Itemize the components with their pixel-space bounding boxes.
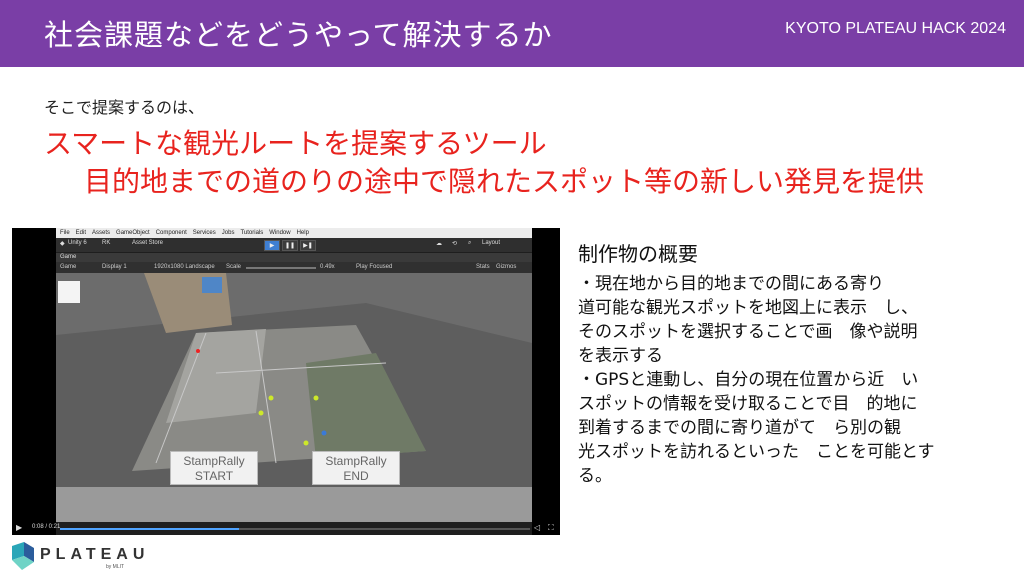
- unity-version: Unity 6: [68, 240, 87, 246]
- proposal-line-1: スマートな観光ルートを提案するツール: [44, 127, 547, 160]
- summary-line: ・GPSと連動し、自分の現在位置から近 い: [578, 370, 919, 390]
- game-tab-label: Game: [60, 254, 77, 260]
- volume-icon[interactable]: ◁: [534, 523, 540, 532]
- intro-text: そこで提案するのは、: [44, 98, 205, 117]
- play-icon: ▶: [264, 240, 280, 251]
- summary-line: そのスポットを選択することで画 像や説明: [578, 322, 918, 342]
- start-button-sublabel: START: [194, 469, 234, 483]
- video-controls: ▶ 0:08 / 0:21 ◁ ⛶: [12, 522, 560, 535]
- event-name: KYOTO PLATEAU HACK 2024: [785, 20, 1006, 37]
- stamprally-start-button[interactable]: StampRally START: [170, 451, 258, 485]
- pause-icon: ❚❚: [282, 240, 298, 251]
- video-time: 0:08 / 0:21: [32, 524, 61, 530]
- unity-logo-icon: ◆: [60, 241, 65, 247]
- plateau-logo: PLATEAU by MLIT: [8, 542, 168, 572]
- summary-line: 到着するまでの間に寄り道がて ら別の観: [578, 418, 901, 438]
- stats-toggle: Stats: [476, 264, 490, 270]
- menu-item[interactable]: Jobs: [222, 228, 235, 238]
- play-icon[interactable]: ▶: [16, 523, 22, 532]
- end-button-sublabel: END: [343, 469, 369, 483]
- scale-slider: [246, 267, 316, 269]
- scale-value: 0.49x: [320, 264, 335, 270]
- play-focus-select: Play Focused: [356, 264, 393, 270]
- step-icon: ▶❚: [300, 240, 316, 251]
- spot-marker: [303, 440, 309, 446]
- plateau-logo-icon: [12, 542, 34, 570]
- summary-line: る。: [578, 466, 612, 486]
- menu-item[interactable]: File: [60, 228, 70, 238]
- summary-line: ・現在地から目的地までの間にある寄り: [578, 274, 884, 294]
- menu-item[interactable]: Help: [297, 228, 309, 238]
- demo-video[interactable]: File Edit Assets GameObject Component Service…: [12, 228, 560, 535]
- logo-byline: by MLIT: [106, 564, 125, 570]
- summary-line: スポットの情報を受け取ることで目 的地に: [578, 394, 918, 414]
- menu-item[interactable]: GameObject: [116, 228, 150, 238]
- menu-item[interactable]: Tutorials: [240, 228, 263, 238]
- summary-line: 道可能な観光スポットを地図上に表示 し、: [578, 298, 918, 318]
- menu-item[interactable]: Window: [269, 228, 290, 238]
- summary-description: ・現在地から目的地までの間にある寄り道可能な観光スポットを地図上に表示 し、 その…: [578, 272, 1018, 488]
- menu-item[interactable]: Component: [156, 228, 187, 238]
- menu-item[interactable]: Edit: [76, 228, 86, 238]
- game-mode: Game: [60, 264, 77, 270]
- menu-item[interactable]: Services: [193, 228, 216, 238]
- asset-store-label: Asset Store: [132, 240, 164, 246]
- resolution-select: 1920x1080 Landscape: [154, 264, 215, 270]
- end-button-label: StampRally: [325, 454, 387, 468]
- start-button-label: StampRally: [183, 454, 245, 468]
- display-select: Display 1: [102, 264, 127, 270]
- spot-marker: [258, 410, 264, 416]
- account-label: RK: [102, 240, 111, 246]
- fullscreen-icon[interactable]: ⛶: [548, 523, 554, 533]
- title-bar: 社会課題などをどうやって解決するか KYOTO PLATEAU HACK 202…: [0, 0, 1024, 67]
- spot-marker: [313, 395, 319, 401]
- game-view: [56, 273, 532, 535]
- unity-editor: File Edit Assets GameObject Component Service…: [56, 228, 532, 535]
- play-controls: ▶ ❚❚ ▶❚: [264, 240, 316, 251]
- proposal-line-2: 目的地までの道のりの途中で隠れたスポット等の新しい発見を提供: [84, 165, 925, 198]
- layout-label: Layout: [482, 240, 501, 246]
- history-icon: ⟲: [452, 241, 458, 247]
- editor-menu-bar: File Edit Assets GameObject Component Service…: [56, 228, 532, 238]
- summary-title: 制作物の概要: [578, 242, 698, 266]
- logo-wordmark: PLATEAU: [40, 546, 150, 563]
- slide-title: 社会課題などをどうやって解決するか: [44, 18, 553, 52]
- gizmos-toggle: Gizmos: [496, 264, 517, 270]
- summary-line: 光スポットを訪れるといった ことを可能とす: [578, 442, 935, 462]
- video-progress-fill: [60, 528, 239, 530]
- scale-label: Scale: [226, 264, 242, 270]
- search-icon: ⌕: [468, 240, 472, 246]
- editor-toolbar: ◆ Unity 6 RK Asset Store ▶ ❚❚ ▶❚ ☁ ⟲ ⌕ L…: [56, 238, 532, 253]
- spot-marker: [196, 349, 200, 353]
- summary-line: を表示する: [578, 346, 663, 366]
- stamprally-end-button[interactable]: StampRally END: [312, 451, 400, 485]
- game-view-bar: Game Display 1 1920x1080 Landscape Scale…: [56, 262, 532, 273]
- building-facade: [202, 277, 222, 293]
- minimap-panel: [58, 281, 80, 303]
- spot-marker: [268, 395, 274, 401]
- menu-item[interactable]: Assets: [92, 228, 110, 238]
- game-tab: Game: [56, 253, 532, 262]
- cloud-icon: ☁: [436, 241, 442, 247]
- spot-marker: [321, 430, 327, 436]
